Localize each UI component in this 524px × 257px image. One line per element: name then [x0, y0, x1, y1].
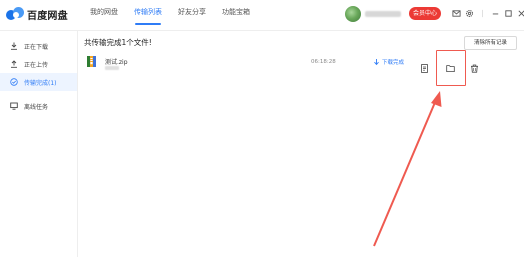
sidebar-item-uploading[interactable]: 正在上传 — [0, 55, 77, 73]
nav-my-disk[interactable]: 我的网盘 — [82, 0, 126, 28]
download-status-label: 下载完成 — [382, 60, 405, 66]
gear-icon[interactable] — [464, 8, 474, 18]
zip-file-icon — [87, 56, 96, 67]
download-status: 下载完成 — [374, 58, 404, 66]
top-bar: 百度网盘 我的网盘 传输列表 好友分享 功能宝箱 会员中心 — [0, 0, 524, 28]
file-size-blurred — [105, 66, 119, 70]
mail-icon[interactable] — [451, 8, 461, 18]
sidebar: 正在下载 正在上传 传输完成(1) 离线任务 — [0, 31, 78, 257]
nav-toolbox[interactable]: 功能宝箱 — [214, 0, 258, 28]
nav-friend-share[interactable]: 好友分享 — [170, 0, 214, 28]
download-arrow-icon — [374, 58, 379, 65]
file-time: 06:18:28 — [311, 59, 336, 65]
sidebar-item-label: 传输完成(1) — [24, 79, 57, 87]
user-area[interactable] — [345, 5, 401, 23]
file-name[interactable]: 测试.zip — [105, 57, 128, 66]
separator — [477, 8, 487, 18]
offline-task-icon — [10, 102, 18, 110]
sidebar-item-offline[interactable]: 离线任务 — [0, 97, 77, 115]
main-nav: 我的网盘 传输列表 好友分享 功能宝箱 — [82, 0, 258, 28]
clear-all-records-button[interactable]: 清除所有记录 — [464, 36, 517, 50]
maximize-icon[interactable] — [503, 8, 513, 18]
close-icon[interactable] — [516, 8, 524, 18]
sidebar-item-label: 正在上传 — [24, 61, 49, 69]
minimize-icon[interactable] — [490, 8, 500, 18]
transfer-summary: 共传输完成1个文件! — [84, 38, 152, 47]
open-file-icon[interactable] — [420, 58, 429, 73]
app-title: 百度网盘 — [27, 10, 68, 22]
sidebar-item-label: 正在下载 — [24, 43, 49, 51]
sidebar-item-downloading[interactable]: 正在下载 — [0, 37, 77, 55]
baidu-netdisk-logo-icon — [6, 7, 24, 21]
delete-icon[interactable] — [470, 58, 479, 73]
annotation-highlight-box — [436, 50, 466, 86]
member-center-button[interactable]: 会员中心 — [409, 7, 441, 20]
check-circle-icon — [10, 78, 18, 86]
app-logo: 百度网盘 — [6, 6, 68, 22]
download-icon — [10, 42, 18, 50]
window-controls — [451, 6, 524, 20]
sidebar-item-completed[interactable]: 传输完成(1) — [0, 73, 77, 91]
upload-icon — [10, 60, 18, 68]
nav-transfer-list[interactable]: 传输列表 — [126, 0, 170, 28]
username-blurred — [365, 11, 401, 17]
sidebar-item-label: 离线任务 — [24, 103, 49, 111]
avatar[interactable] — [345, 6, 361, 22]
